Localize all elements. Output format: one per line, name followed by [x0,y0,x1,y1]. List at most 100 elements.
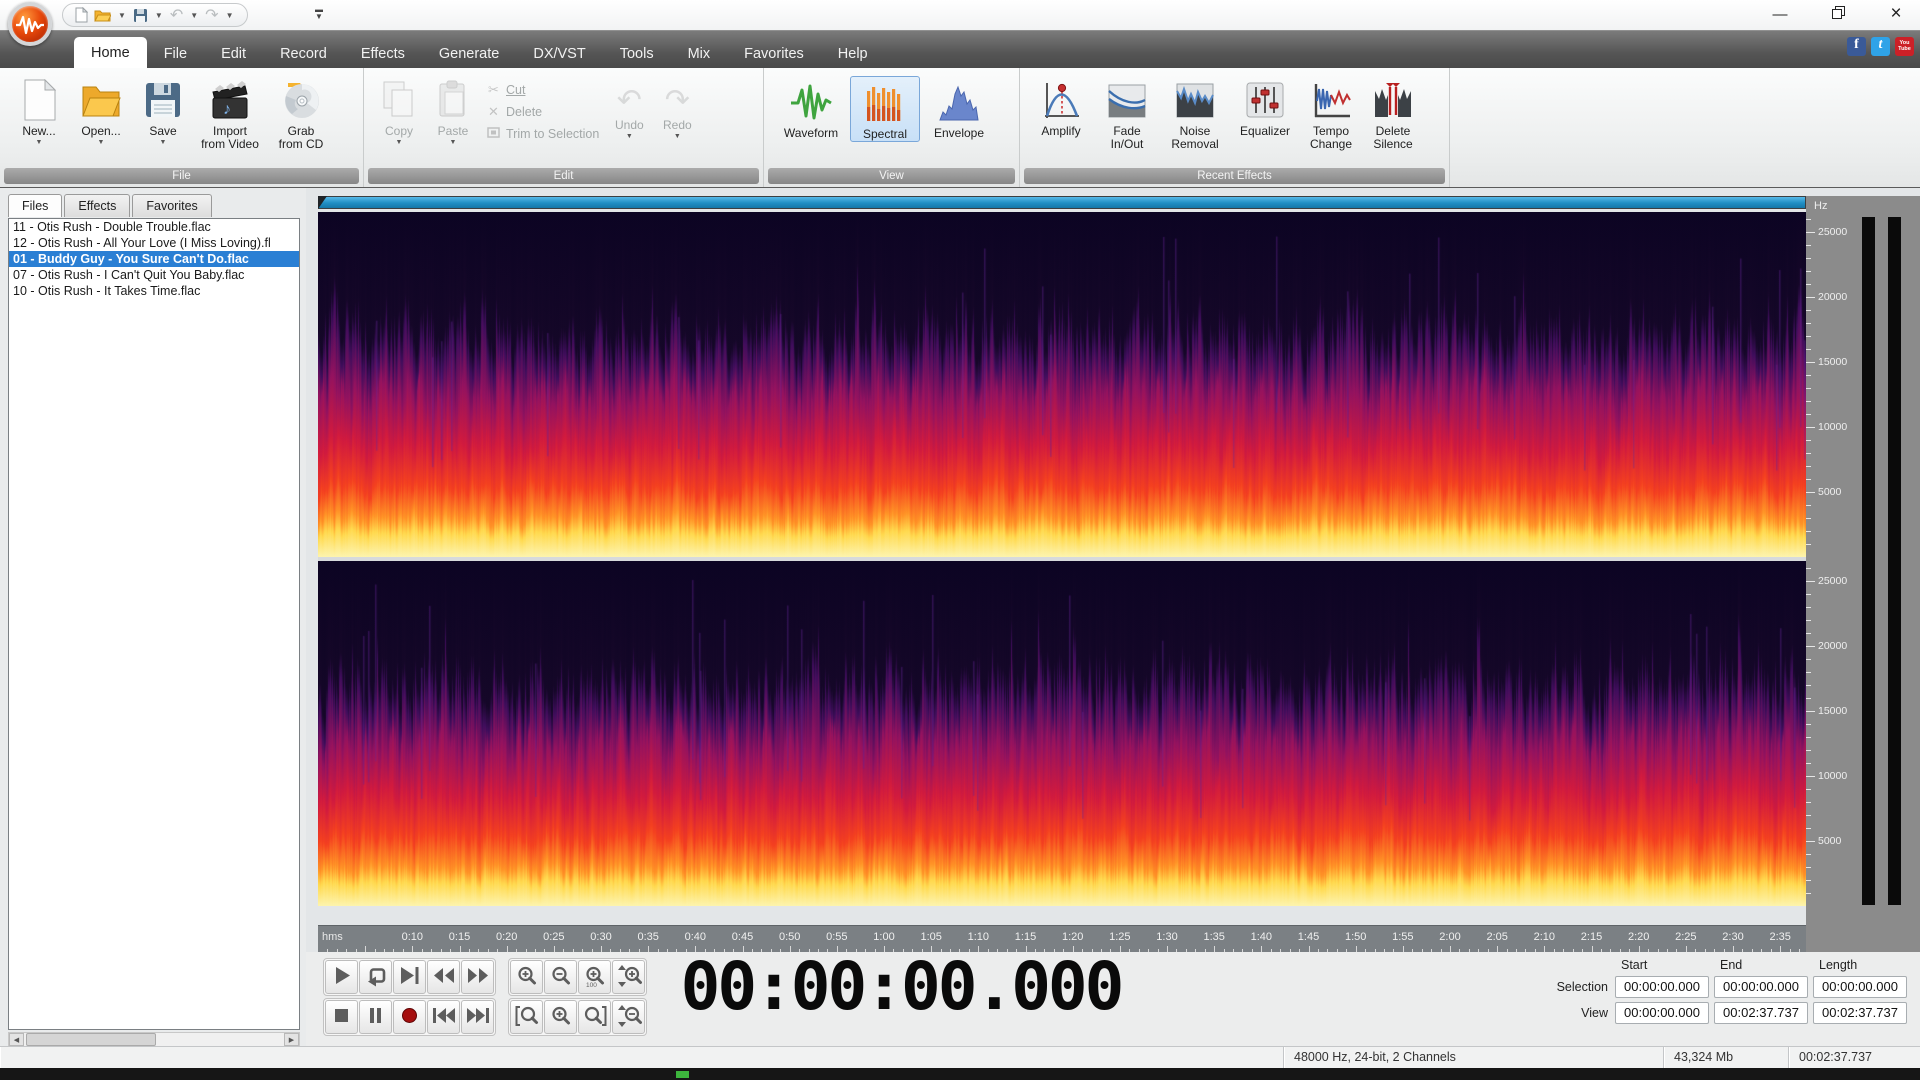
stop-button[interactable] [325,1000,358,1034]
zoom-100-button[interactable]: 100 [578,960,611,994]
scroll-right-icon[interactable]: ▶ [284,1033,299,1046]
cut-button[interactable]: ✂ Cut [486,82,599,98]
zoom-vertical-out-button[interactable] [612,1000,645,1034]
app-logo-icon[interactable] [8,2,52,46]
delete-button[interactable]: ✕ Delete [486,104,599,120]
twitter-icon[interactable]: t [1871,37,1890,56]
copy-button[interactable]: Copy ▼ [372,74,426,146]
envelope-view-button[interactable]: Envelope [920,76,998,140]
zoom-in-button[interactable] [510,960,543,994]
pause-button[interactable] [359,1000,392,1034]
file-item[interactable]: 12 - Otis Rush - All Your Love (I Miss L… [9,235,299,251]
zoom-out-button[interactable] [544,960,577,994]
panel-tab-files[interactable]: Files [8,194,63,217]
close-button[interactable]: × [1886,3,1906,25]
frequency-tick [1806,632,1811,634]
equalizer-button[interactable]: Equalizer [1230,74,1300,138]
menu-tab-tools[interactable]: Tools [603,39,671,68]
fade-in-out-button[interactable]: Fade In/Out [1094,74,1160,151]
play-button[interactable] [325,960,358,994]
spectral-view-button[interactable]: Spectral [850,76,920,142]
selection-length-field[interactable]: 00:00:00.000 [1813,976,1907,998]
menu-tab-help[interactable]: Help [821,39,885,68]
play-to-end-button[interactable] [393,960,426,994]
chevron-down-icon[interactable]: ▼ [187,11,201,20]
scrollbar-thumb[interactable] [26,1033,156,1046]
customize-toolbar-icon[interactable]: ▬ ▼ [312,6,326,21]
menu-tab-edit[interactable]: Edit [204,39,263,68]
rewind-button[interactable] [427,960,460,994]
fast-forward-button[interactable] [461,960,494,994]
file-item[interactable]: 01 - Buddy Guy - You Sure Can't Do.flac [9,251,299,267]
menu-tab-file[interactable]: File [147,39,204,68]
facebook-icon[interactable]: f [1847,37,1866,56]
selection-end-field[interactable]: 00:00:00.000 [1714,976,1808,998]
overview-seek-bar[interactable] [318,196,1806,209]
file-item[interactable]: 10 - Otis Rush - It Takes Time.flac [9,283,299,299]
zoom-all-button[interactable] [578,1000,611,1034]
new-document-icon[interactable] [73,5,90,25]
waveform-view-button[interactable]: Waveform [772,76,850,140]
trim-to-selection-button[interactable]: Trim to Selection [486,126,599,141]
menu-tab-favorites[interactable]: Favorites [727,39,821,68]
paste-button[interactable]: Paste ▼ [426,74,480,146]
menu-tab-dx-vst[interactable]: DX/VST [516,39,602,68]
tempo-change-button[interactable]: Tempo Change [1300,74,1362,151]
loop-button[interactable] [359,960,392,994]
zoom-vertical-in-button[interactable] [612,960,645,994]
open-folder-icon[interactable] [92,5,113,25]
menu-tab-mix[interactable]: Mix [671,39,728,68]
noise-removal-button[interactable]: Noise Removal [1160,74,1230,151]
selection-start-field[interactable]: 00:00:00.000 [1615,976,1709,998]
menu-tab-home[interactable]: Home [74,37,147,68]
delete-silence-button[interactable]: Delete Silence [1362,74,1424,151]
minimize-button[interactable]: — [1770,6,1790,23]
chevron-down-icon[interactable]: ▼ [115,11,129,20]
view-start-field[interactable]: 00:00:00.000 [1615,1002,1709,1024]
menu-tab-effects[interactable]: Effects [344,39,422,68]
frequency-tick [1806,593,1811,595]
youtube-icon[interactable]: You Tube [1895,37,1914,56]
start-header: Start [1621,958,1648,972]
record-button[interactable] [393,1000,426,1034]
undo-button[interactable]: ↶ Undo ▼ [605,80,653,141]
chevron-down-icon[interactable]: ▼ [152,11,166,20]
scroll-left-icon[interactable]: ◀ [9,1033,24,1046]
spectrogram-left-channel[interactable] [318,212,1806,557]
view-end-field[interactable]: 00:02:37.737 [1714,1002,1808,1024]
restore-button[interactable] [1828,5,1848,23]
save-button[interactable]: Save ▼ [132,74,194,146]
panel-tab-favorites[interactable]: Favorites [132,194,212,217]
redo-icon[interactable]: ↷ [203,5,220,25]
group-caption-view: View [768,168,1015,184]
chevron-down-icon: ▼ [97,139,105,146]
import-from-video-button[interactable]: ♪ Import from Video [194,74,266,151]
view-length-field[interactable]: 00:02:37.737 [1813,1002,1907,1024]
chevron-down-icon[interactable]: ▼ [223,11,237,20]
zoom-in-horizontal-button[interactable] [544,1000,577,1034]
file-item[interactable]: 11 - Otis Rush - Double Trouble.flac [9,219,299,235]
frequency-tick-label: 15000 [1818,355,1848,368]
file-item[interactable]: 07 - Otis Rush - I Can't Quit You Baby.f… [9,267,299,283]
redo-button[interactable]: ↷ Redo ▼ [653,80,701,141]
horizontal-scrollbar[interactable]: ◀ ▶ [8,1032,300,1047]
open-button[interactable]: Open... ▼ [70,74,132,146]
spectrogram-right-channel[interactable] [318,561,1806,906]
new-button[interactable]: New... ▼ [8,74,70,146]
menu-tab-record[interactable]: Record [263,39,344,68]
panel-tab-effects[interactable]: Effects [64,194,131,217]
pause-icon [364,1004,387,1030]
go-to-start-button[interactable] [427,1000,460,1034]
save-icon[interactable] [131,5,150,25]
amplify-button[interactable]: Amplify [1028,74,1094,138]
go-to-end-button[interactable] [461,1000,494,1034]
menu-tab-generate[interactable]: Generate [422,39,516,68]
grab-from-cd-label: Grab from CD [278,124,324,151]
zoom-selection-button[interactable] [510,1000,543,1034]
undo-icon[interactable]: ↶ [168,5,185,25]
grab-from-cd-button[interactable]: Grab from CD [266,74,336,151]
save-label: Save [149,124,177,138]
position-marker[interactable] [318,196,327,209]
frequency-tick-label: 10000 [1818,420,1848,433]
frequency-tick [1806,814,1811,816]
